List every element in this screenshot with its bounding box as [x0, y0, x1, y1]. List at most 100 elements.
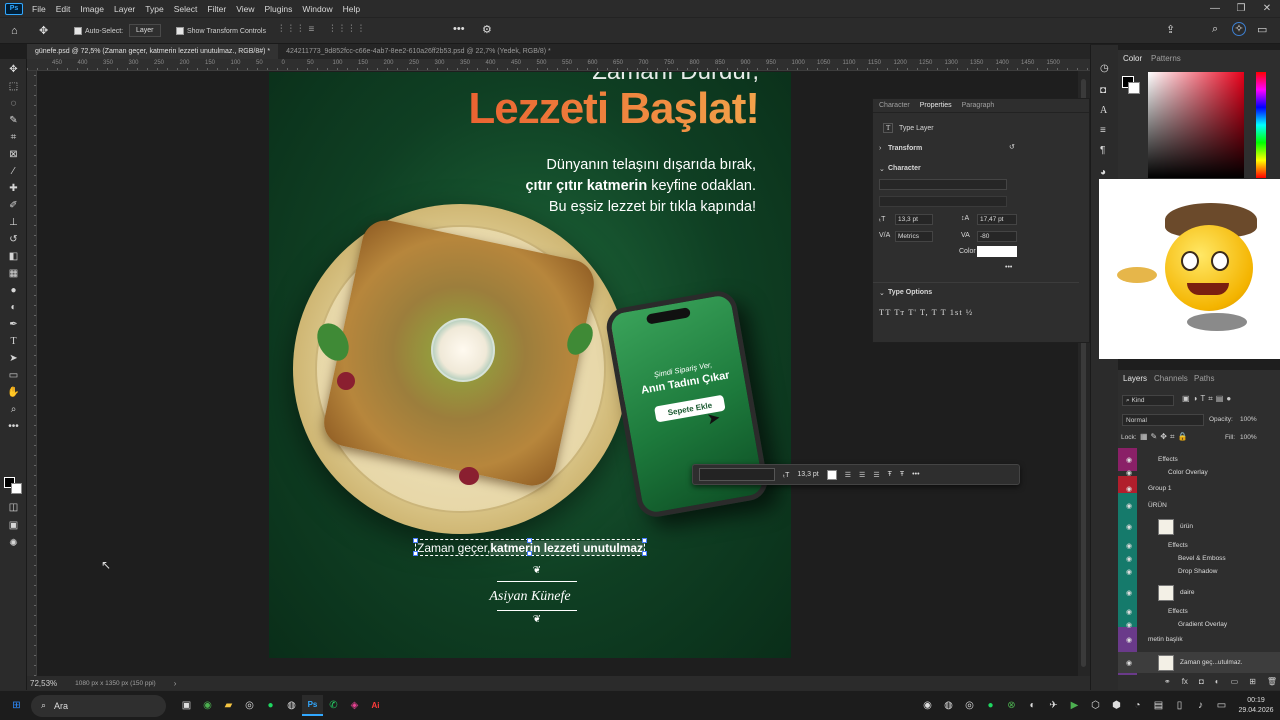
align-center-icon[interactable]: ☰ [859, 471, 865, 479]
tracking-field[interactable]: -80 [977, 231, 1017, 242]
warp-text-icon[interactable]: Ŧ [888, 471, 892, 478]
auto-select-checkbox[interactable]: Auto-Select: [74, 27, 123, 35]
font-size-field[interactable]: 13,3 pt [895, 214, 933, 225]
trash-icon[interactable]: 🗑 [1267, 677, 1277, 686]
visibility-eye-icon[interactable]: ◉ [1124, 636, 1134, 644]
task-view-icon[interactable]: ▣ [176, 695, 197, 716]
tray-icon[interactable]: ◉ [917, 695, 938, 716]
layer-filter-icons[interactable]: ▣◑T⌗▤● [1182, 394, 1234, 404]
align-right-icon[interactable]: ☰ [873, 471, 879, 479]
generative-icon[interactable]: ✺ [0, 535, 27, 552]
file-explorer-icon[interactable]: ▰ [218, 695, 239, 716]
menu-type[interactable]: Type [140, 4, 168, 14]
eraser-tool-icon[interactable]: ◧ [0, 248, 27, 265]
more-icon[interactable]: ••• [1005, 264, 1012, 271]
dodge-tool-icon[interactable]: ◐ [0, 299, 27, 316]
menu-image[interactable]: Image [75, 4, 109, 14]
font-size-value[interactable]: 13,3 pt [797, 471, 818, 478]
tray-icon[interactable]: ◐ [1022, 695, 1043, 716]
lock-icons[interactable]: ▦✎✥⌗🔒 [1140, 432, 1190, 442]
move-tool-icon[interactable]: ✥ [0, 61, 27, 78]
quick-select-tool-icon[interactable]: ✎ [0, 112, 27, 129]
tab-layers[interactable]: Layers [1123, 374, 1147, 383]
menu-layer[interactable]: Layer [109, 4, 140, 14]
visibility-eye-icon[interactable]: ◉ [1124, 568, 1134, 576]
path-select-tool-icon[interactable]: ➤ [0, 350, 27, 367]
share-icon[interactable]: ⇪ [1166, 23, 1175, 36]
healing-tool-icon[interactable]: ✚ [0, 180, 27, 197]
shape-tool-icon[interactable]: ▭ [0, 367, 27, 384]
more-tools-icon[interactable]: ••• [0, 418, 27, 435]
tab-second-doc[interactable]: 424211773_9d852fcc-c66e-4ab7-8ee2-610a26… [278, 44, 559, 59]
adjustment-icon[interactable]: ◐ [1215, 677, 1220, 686]
comments-icon[interactable]: ◘ [1100, 85, 1106, 96]
tray-icon[interactable]: ▶ [1064, 695, 1085, 716]
crop-tool-icon[interactable]: ⌗ [0, 129, 27, 146]
auto-select-dropdown[interactable]: Layer [129, 24, 161, 37]
menu-window[interactable]: Window [297, 4, 337, 14]
transform-handle[interactable] [413, 551, 418, 556]
transform-handle[interactable] [527, 551, 532, 556]
fill-value[interactable]: 100% [1240, 434, 1257, 441]
link-icon[interactable]: ⚭ [1164, 677, 1171, 686]
clock[interactable]: 00:19 29.04.2026 [1232, 696, 1280, 716]
hue-slider[interactable] [1256, 72, 1266, 178]
menu-select[interactable]: Select [169, 4, 203, 14]
quick-mask-icon[interactable]: ◫ [0, 499, 27, 516]
visibility-eye-icon[interactable]: ◉ [1124, 621, 1134, 629]
brush-settings-icon[interactable]: ◕ [1100, 167, 1106, 178]
character-panel-icon[interactable]: A [1100, 105, 1107, 116]
visibility-eye-icon[interactable]: ◉ [1124, 589, 1134, 597]
paragraph-panel-icon[interactable]: ≡ [1100, 125, 1106, 136]
color-picker-field[interactable] [1148, 72, 1244, 178]
more-icon[interactable]: ••• [453, 23, 465, 35]
character-section[interactable]: Character [888, 165, 921, 172]
show-transform-checkbox[interactable]: Show Transform Controls [176, 27, 266, 35]
tab-gunefe[interactable]: günefe.psd @ 72,5% (Zaman geçer, katmeri… [27, 44, 279, 59]
tray-icon[interactable]: ⬡ [1085, 695, 1106, 716]
gradient-tool-icon[interactable]: ▦ [0, 265, 27, 282]
chevron-right-icon[interactable]: › [879, 145, 881, 152]
visibility-eye-icon[interactable]: ◉ [1124, 523, 1134, 531]
text-options-icon[interactable]: Ŧ [900, 471, 904, 478]
tab-properties[interactable]: Properties [920, 102, 952, 109]
align-icons[interactable]: ⫶⫶⫶≡ ⫶⫶⫶⫶ [280, 24, 369, 35]
visibility-eye-icon[interactable]: ◉ [1124, 456, 1134, 464]
app-icon[interactable]: ◈ [344, 695, 365, 716]
illustrator-icon[interactable]: Ai [365, 695, 386, 716]
filter-kind-dropdown[interactable]: ⌕ Kind [1122, 395, 1174, 406]
steam-icon[interactable]: ◎ [239, 695, 260, 716]
chevron-down-icon[interactable]: ⌄ [879, 289, 885, 297]
whatsapp-icon[interactable]: ✆ [323, 695, 344, 716]
fx-icon[interactable]: fx [1182, 677, 1188, 686]
gear-icon[interactable]: ⚙ [482, 23, 492, 36]
layer-row[interactable]: ◉ Drop Shadow [1118, 563, 1280, 580]
glyphs-icon[interactable]: ¶ [1100, 145, 1105, 156]
app-icon[interactable]: ◍ [281, 695, 302, 716]
visibility-eye-icon[interactable]: ◉ [1124, 659, 1134, 667]
tab-patterns[interactable]: Patterns [1151, 54, 1181, 63]
menu-edit[interactable]: Edit [51, 4, 76, 14]
menu-view[interactable]: View [231, 4, 259, 14]
spotify-tray-icon[interactable]: ● [980, 695, 1001, 716]
layer-row[interactable]: ◉ daire [1118, 584, 1280, 601]
opacity-value[interactable]: 100% [1240, 416, 1257, 423]
volume-icon[interactable]: ♪ [1190, 695, 1211, 716]
menu-filter[interactable]: Filter [202, 4, 231, 14]
visibility-eye-icon[interactable]: ◉ [1124, 485, 1134, 493]
tab-paragraph[interactable]: Paragraph [962, 102, 995, 109]
reset-icon[interactable]: ↺ [1009, 143, 1015, 151]
visibility-eye-icon[interactable]: ◉ [1124, 555, 1134, 563]
move-tool-icon[interactable]: ✥ [39, 24, 48, 37]
chrome-icon[interactable]: ◉ [197, 695, 218, 716]
close-icon[interactable]: ✕ [1254, 3, 1280, 14]
layer-row[interactable]: ◉ Group 1 [1118, 480, 1280, 497]
mask-icon[interactable]: ◘ [1199, 677, 1204, 686]
more-icon[interactable]: ••• [912, 471, 919, 478]
windows-start-icon[interactable]: ⊞ [6, 695, 27, 716]
history-icon[interactable]: ◷ [1100, 63, 1109, 74]
visibility-eye-icon[interactable]: ◉ [1124, 542, 1134, 550]
menu-help[interactable]: Help [338, 4, 365, 14]
tray-icon[interactable]: ◔ [1127, 695, 1148, 716]
tray-icon[interactable]: ◎ [959, 695, 980, 716]
